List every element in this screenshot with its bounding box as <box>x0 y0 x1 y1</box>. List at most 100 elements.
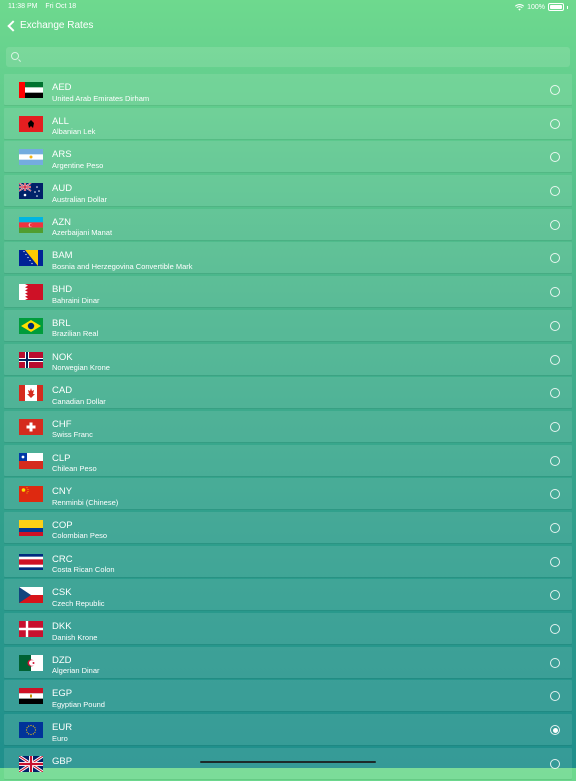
currency-code: CLP <box>52 452 71 464</box>
egypt-flag-icon <box>19 688 43 705</box>
azerbaijan-flag-icon <box>19 216 43 233</box>
currency-name: Danish Krone <box>52 632 98 642</box>
radio-button[interactable] <box>550 219 560 230</box>
currency-code: EGP <box>52 688 73 700</box>
radio-button[interactable] <box>550 253 560 264</box>
back-label: Exchange Rates <box>20 20 94 31</box>
back-button[interactable]: Exchange Rates <box>6 19 94 32</box>
currency-name: Canadian Dollar <box>52 396 106 406</box>
status-time-date: 11:38 PM Fri Oct 18 <box>8 3 82 10</box>
radio-button[interactable] <box>550 590 560 601</box>
currency-row-ars[interactable]: ARS Argentine Peso <box>4 141 572 173</box>
radio-button[interactable] <box>550 320 560 331</box>
currency-row-nok[interactable]: NOK Norwegian Krone <box>4 343 572 375</box>
currency-row-gbp[interactable]: GBP <box>4 747 572 779</box>
currency-row-dzd[interactable]: DZD Algerian Dinar <box>4 646 572 678</box>
battery-tip <box>567 5 568 9</box>
currency-row-bhd[interactable]: BHD Bahraini Dinar <box>4 276 572 308</box>
currency-row-dkk[interactable]: DKK Danish Krone <box>4 613 572 644</box>
currency-name: Costa Rican Colon <box>52 565 115 575</box>
status-indicators: 100% <box>515 3 568 11</box>
currency-code: CHF <box>52 418 72 430</box>
currency-name: Swiss Franc <box>52 430 93 440</box>
currency-row-crc[interactable]: CRC Costa Rican Colon <box>4 545 572 577</box>
currency-code: ALL <box>52 115 69 127</box>
radio-button[interactable] <box>550 85 560 95</box>
currency-row-chf[interactable]: CHF Swiss Franc <box>4 410 572 442</box>
currency-code: DKK <box>52 621 72 632</box>
currency-name: Egyptian Pound <box>52 699 105 709</box>
uk-flag-icon <box>19 755 43 772</box>
radio-button[interactable] <box>550 388 560 399</box>
costa-rica-flag-icon <box>19 553 43 570</box>
czech-flag-icon <box>19 587 43 604</box>
currency-name: Australian Dollar <box>52 194 108 204</box>
radio-button[interactable] <box>550 758 560 769</box>
home-indicator[interactable] <box>200 760 376 763</box>
radio-button[interactable] <box>550 354 560 365</box>
currency-row-cad[interactable]: CAD Canadian Dollar <box>4 377 572 409</box>
eu-flag-icon <box>19 722 43 739</box>
algeria-flag-icon <box>19 654 43 671</box>
radio-button[interactable] <box>550 421 560 432</box>
radio-button[interactable] <box>550 152 560 163</box>
bahrain-flag-icon <box>19 284 43 301</box>
currency-code: GBP <box>52 755 73 767</box>
radio-button[interactable] <box>550 556 560 567</box>
currency-name: Bahraini Dinar <box>52 295 100 305</box>
search-bar[interactable] <box>6 47 570 67</box>
radio-button[interactable] <box>550 657 560 668</box>
currency-code: AUD <box>52 183 73 195</box>
radio-button-selected[interactable] <box>550 725 560 736</box>
china-flag-icon <box>19 486 43 503</box>
radio-button[interactable] <box>550 522 560 533</box>
currency-code: CAD <box>52 385 73 397</box>
radio-button[interactable] <box>550 118 560 129</box>
currency-code: CSK <box>52 587 72 599</box>
navigation-bar: Exchange Rates <box>0 18 576 40</box>
switzerland-flag-icon <box>19 418 43 435</box>
currency-name: Albanian Lek <box>52 127 96 137</box>
currency-row-aud[interactable]: AUD Australian Dollar <box>4 175 572 207</box>
wifi-icon <box>515 3 525 11</box>
currency-row-clp[interactable]: CLP Chilean Peso <box>4 444 572 476</box>
currency-name: Algerian Dinar <box>52 666 100 676</box>
currency-list[interactable]: AED United Arab Emirates Dirham ALL Alba… <box>4 74 572 781</box>
currency-row-brl[interactable]: BRL Brazilian Real <box>4 309 572 341</box>
currency-name: Norwegian Krone <box>52 363 110 372</box>
currency-name: Azerbaijani Manat <box>52 228 113 238</box>
currency-name: United Arab Emirates Dirham <box>52 93 150 103</box>
currency-name: Chilean Peso <box>52 464 97 474</box>
radio-button[interactable] <box>550 287 560 298</box>
currency-row-cop[interactable]: COP Colombian Peso <box>4 511 572 543</box>
currency-code: BHD <box>52 284 73 296</box>
argentina-flag-icon <box>19 149 43 166</box>
currency-row-all[interactable]: ALL Albanian Lek <box>4 107 572 139</box>
currency-row-csk[interactable]: CSK Czech Republic <box>4 579 572 611</box>
currency-row-bam[interactable]: BAM Bosnia and Herzegovina Convertible M… <box>4 242 572 274</box>
radio-button[interactable] <box>550 186 560 197</box>
albania-flag-icon <box>19 115 43 132</box>
currency-row-eur[interactable]: EUR Euro <box>4 714 572 746</box>
radio-button[interactable] <box>550 691 560 702</box>
battery-icon <box>548 3 564 11</box>
search-input[interactable] <box>24 50 564 66</box>
bosnia-flag-icon <box>19 250 43 267</box>
currency-name: Czech Republic <box>52 598 105 608</box>
currency-code: DZD <box>52 654 72 666</box>
currency-code: AED <box>52 82 72 93</box>
brazil-flag-icon <box>19 317 43 334</box>
radio-button[interactable] <box>550 455 560 466</box>
currency-row-cny[interactable]: CNY Renminbi (Chinese) <box>4 478 572 510</box>
battery-percent: 100% <box>527 3 545 11</box>
chevron-left-icon <box>7 19 19 32</box>
currency-name: Argentine Peso <box>52 160 104 170</box>
currency-row-azn[interactable]: AZN Azerbaijani Manat <box>4 208 572 240</box>
radio-button[interactable] <box>550 489 560 500</box>
currency-row-egp[interactable]: EGP Egyptian Pound <box>4 680 572 712</box>
uae-flag-icon <box>19 82 43 98</box>
currency-name: Bosnia and Herzegovina Convertible Mark <box>52 261 193 271</box>
denmark-flag-icon <box>19 621 43 637</box>
radio-button[interactable] <box>550 624 560 634</box>
currency-row-aed[interactable]: AED United Arab Emirates Dirham <box>4 74 572 105</box>
